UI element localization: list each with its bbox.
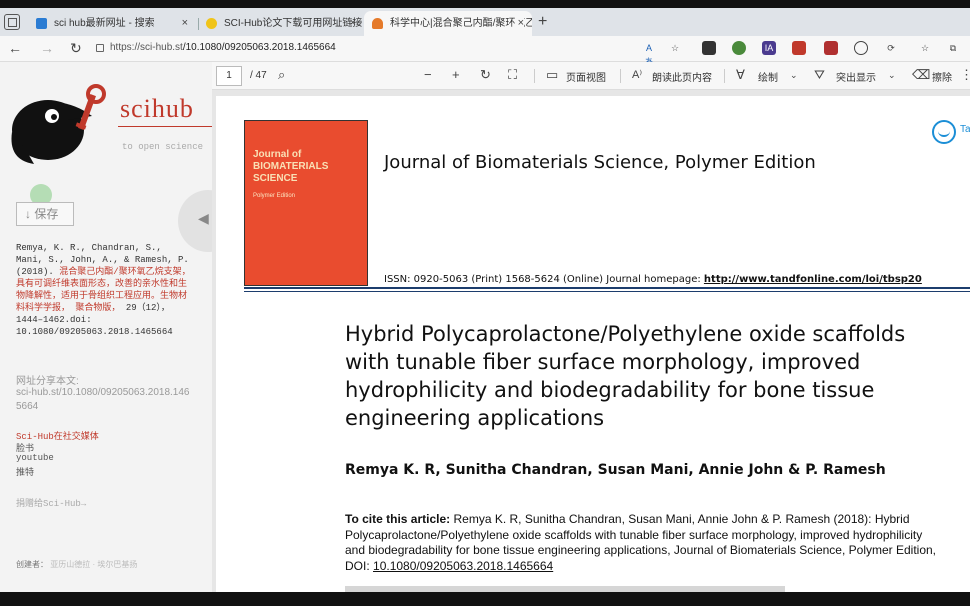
url-host: https://sci-hub.st [110,42,183,53]
highlight-icon: ⛛ [814,67,825,82]
new-tab-button[interactable]: + [538,14,547,30]
tab-label: SCI-Hub论文下载可用网址链接 [224,18,363,29]
extension-2-icon[interactable] [732,41,746,55]
lock-icon[interactable] [96,44,104,52]
read-aloud-button[interactable]: 朗读此页内容 [652,69,712,84]
extensions-icon[interactable]: ⟳ [884,41,898,55]
bottom-black-bar [0,592,970,606]
extension-3-icon[interactable] [824,41,838,55]
toolbar-divider [620,69,621,83]
page-number-input[interactable]: 1 [216,66,242,86]
tab-actions-icon[interactable] [4,14,20,30]
cite-doi-link[interactable]: 10.1080/09205063.2018.1465664 [373,559,553,573]
creator-line: 创建者： 亚历山德拉 · 埃尔巴基扬 [16,559,137,570]
share-link[interactable]: sci-hub.st/10.1080/09205063.2018.1465664 [16,386,192,414]
tab-strip: sci hub最新网址 - 搜索 × SCI-Hub论文下载可用网址链接 × 科… [0,8,970,36]
read-aloud-icon: A⁾ [632,69,643,81]
fit-page-icon[interactable]: ⛶ [508,67,517,83]
chevron-down-icon[interactable]: ⌄ [888,67,896,83]
arrow-left-icon[interactable]: ← [8,40,22,56]
page-total: / 47 [250,70,267,81]
share-label: 网址分享本文: [16,376,79,387]
toolbar-divider [724,69,725,83]
draw-button[interactable]: 绘制 [758,69,778,84]
header-rule [244,287,970,289]
chevron-left-icon: ◀ [198,210,209,226]
article-title: Hybrid Polycaprolactone/Polyethylene oxi… [345,322,906,430]
draw-icon: ∀ [736,67,745,82]
logo-underline [118,126,212,127]
logo-tagline: to open science [122,142,204,152]
tab-label: sci hub最新网址 - 搜索 [54,18,155,29]
journal-title: Journal of Biomaterials Science, Polymer… [384,152,816,173]
rotate-icon[interactable]: ↻ [480,67,491,83]
donate-link[interactable]: 捐赠给Sci-Hub→ [16,496,86,509]
toolbar-divider [534,69,535,83]
tab-scihub-article[interactable]: 科学中心|混合聚己内酯/聚环氧乙 × [364,11,532,36]
page-view-icon: ▭ [546,67,559,82]
tab-scihub-links[interactable]: SCI-Hub论文下载可用网址链接 × [198,11,364,36]
favorite-icon[interactable]: ☆ [668,41,682,55]
more-options-icon[interactable]: ⋮ [960,67,970,83]
translate-icon[interactable]: Aあ [642,41,656,67]
arrow-right-icon[interactable]: → [40,40,54,56]
scihub-logo-text[interactable]: scihub [120,94,194,124]
tab-label: 科学中心|混合聚己内酯/聚环氧乙 [390,18,532,29]
cover-subtitle: Polymer Edition [253,193,296,199]
close-icon[interactable]: × [182,11,188,36]
top-black-bar [0,0,970,8]
zoom-in-icon[interactable]: + [452,67,460,83]
cite-label: To cite this article: [345,512,451,526]
url-field[interactable]: https://sci-hub.st/10.1080/09205063.2018… [110,42,336,53]
header-rule-thin [244,291,970,292]
extension-ia-icon[interactable]: IA [762,41,776,55]
issn-text: ISSN: 0920-5063 (Print) 1568-5624 (Onlin… [384,274,701,285]
cover-title: Journal of BIOMATERIALS SCIENCE [253,149,329,184]
creator-name[interactable]: 亚历山德拉 · 埃尔巴基扬 [50,560,137,569]
bing-icon [36,18,47,29]
reload-icon[interactable]: ↻ [70,40,82,56]
page-view-button[interactable]: 页面视图 [566,69,606,84]
journal-homepage-link[interactable]: http://www.tandfonline.com/loi/tbsp20 [704,274,922,285]
site-icon [206,18,217,29]
search-icon[interactable]: ⌕ [278,67,285,83]
eraser-icon: ⌫ [912,67,931,82]
favorites-bar-icon[interactable]: ☆ [918,41,932,55]
close-icon[interactable]: × [350,11,356,36]
publisher-name: Ta [960,124,970,135]
tab-search[interactable]: sci hub最新网址 - 搜索 × [28,11,196,36]
scihub-sidebar: scihub to open science ↓ 保存 ◀ Remya, K. … [0,62,212,592]
pdf-toolbar: 1 / 47 ⌕ − + ↻ ⛶ ▭ 页面视图 A⁾ 朗读此页内容 ∀ 绘制 ⌄… [212,62,970,90]
publisher-logo-icon [932,120,956,144]
issn-line: ISSN: 0920-5063 (Print) 1568-5624 (Onlin… [384,274,922,285]
journal-cover-image: Journal of BIOMATERIALS SCIENCE Polymer … [244,120,368,286]
erase-button[interactable]: 擦除 [932,69,952,84]
citation-block: Remya, K. R., Chandran, S., Mani, S., Jo… [16,242,192,338]
chevron-down-icon[interactable]: ⌄ [790,67,798,83]
pdf-page: Journal of BIOMATERIALS SCIENCE Polymer … [216,96,970,592]
close-icon[interactable]: × [514,11,524,36]
social-link-twitter[interactable]: 推特 [16,465,34,478]
creator-label: 创建者： [16,560,48,569]
screen: sci hub最新网址 - 搜索 × SCI-Hub论文下载可用网址链接 × 科… [0,0,970,606]
scihub-icon [372,18,383,29]
extension-4-icon[interactable] [854,41,868,55]
scihub-raven-logo-icon [11,84,106,164]
social-link-youtube[interactable]: youtube [16,453,54,463]
extension-badge-icon[interactable] [792,41,806,55]
article-authors: Remya K. R, Sunitha Chandran, Susan Mani… [345,462,886,478]
highlight-button[interactable]: 突出显示 [836,69,876,84]
cite-this-article: To cite this article: Remya K. R, Sunith… [345,512,945,574]
extension-1-icon[interactable] [702,41,716,55]
collections-icon[interactable]: ⧉ [946,41,960,55]
address-bar-row: ← → ↻ https://sci-hub.st/10.1080/0920506… [0,36,970,67]
url-path: /10.1080/09205063.2018.1465664 [182,42,336,53]
save-button[interactable]: ↓ 保存 [16,202,74,226]
zoom-out-icon[interactable]: − [424,67,432,83]
